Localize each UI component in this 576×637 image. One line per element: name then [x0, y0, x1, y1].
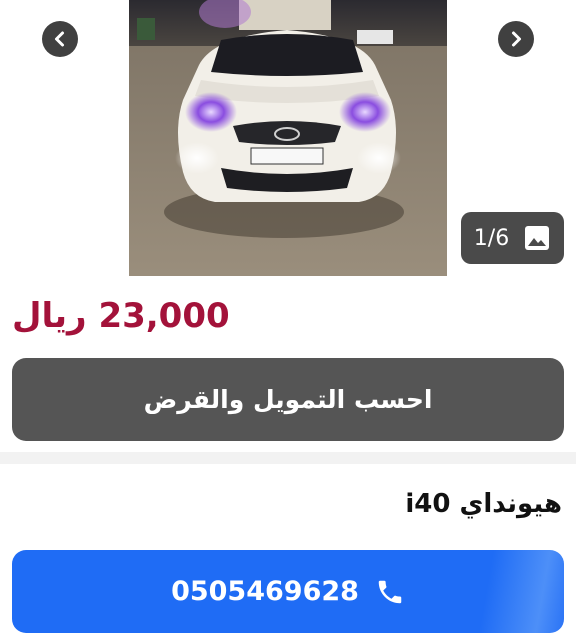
image-gallery[interactable]: 1/6: [0, 0, 576, 280]
phone-number: 0505469628: [171, 576, 359, 607]
phone-icon: [378, 580, 402, 603]
finance-calculator-button[interactable]: احسب التمويل والقرض: [12, 358, 564, 441]
car-photo[interactable]: [129, 0, 447, 276]
listing-price: 23,000 ريال: [12, 296, 230, 336]
next-image-button[interactable]: [498, 21, 534, 57]
image-counter-text: 1/6: [473, 225, 510, 251]
prev-image-button[interactable]: [42, 21, 78, 57]
image-counter[interactable]: 1/6: [461, 212, 564, 264]
section-divider: [0, 452, 576, 464]
call-seller-button[interactable]: 0505469628: [12, 550, 564, 633]
chevron-left-icon: [55, 31, 64, 47]
listing-title: هيونداي i40: [405, 489, 562, 519]
image-icon: [525, 226, 550, 250]
finance-calculator-label: احسب التمويل والقرض: [143, 385, 433, 414]
chevron-right-icon: [512, 31, 521, 47]
